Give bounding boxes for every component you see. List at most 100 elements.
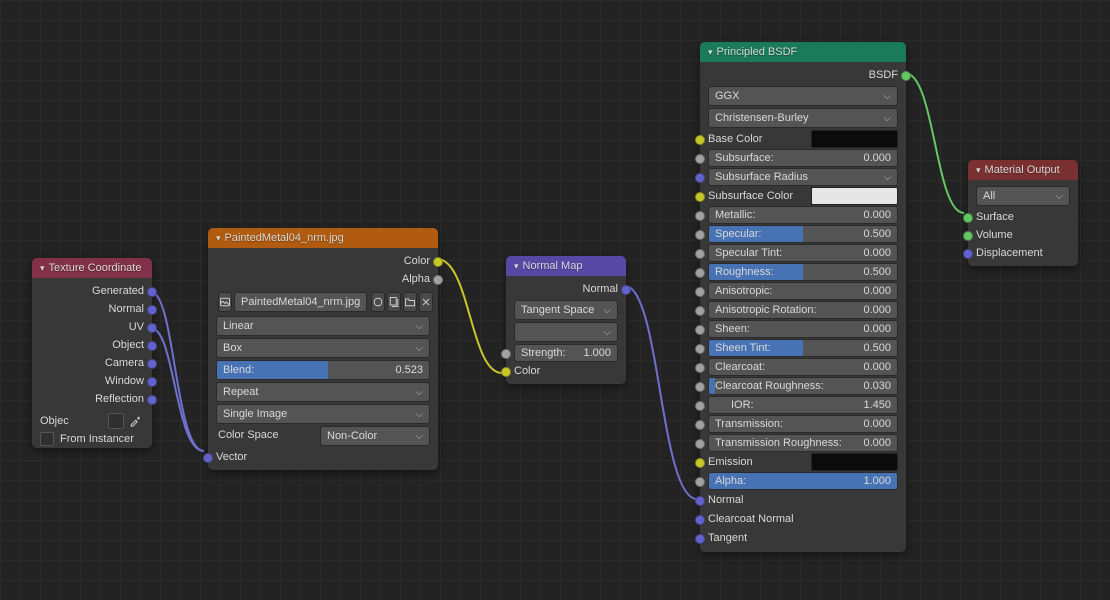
sss-method-select[interactable]: Christensen-Burley — [708, 108, 898, 128]
unlink-icon[interactable] — [419, 292, 433, 312]
value-slider[interactable]: Transmission Roughness:0.000 — [708, 434, 898, 452]
collapse-icon[interactable]: ▾ — [976, 160, 981, 180]
node-texture-coordinate[interactable]: ▾Texture Coordinate GeneratedNormalUVObj… — [32, 258, 152, 448]
input-volume: Volume — [968, 226, 1078, 244]
colorspace-label: Color Space — [218, 429, 279, 441]
extension-select[interactable]: Repeat — [216, 382, 430, 402]
prop-clearcoat-normal: Clearcoat Normal — [700, 510, 906, 528]
fake-user-icon[interactable] — [371, 292, 385, 312]
node-header[interactable]: ▾ Principled BSDF — [700, 42, 906, 62]
value-slider[interactable]: IOR:1.450 — [708, 396, 898, 414]
new-image-icon[interactable] — [387, 292, 401, 312]
source-select[interactable]: Single Image — [216, 404, 430, 424]
prop-base-color: Base Color — [700, 130, 906, 148]
strength-slider[interactable]: Strength:1.000 — [514, 344, 618, 362]
value-slider[interactable]: Subsurface:0.000 — [708, 149, 898, 167]
node-header[interactable]: ▾ Material Output — [968, 160, 1078, 180]
interpolation-select[interactable]: Linear — [216, 316, 430, 336]
node-title: Normal Map — [523, 260, 583, 272]
collapse-icon[interactable]: ▾ — [40, 258, 45, 278]
color-swatch[interactable] — [811, 453, 898, 471]
from-instancer-checkbox[interactable] — [40, 432, 54, 446]
object-field-row: Objec — [32, 412, 152, 430]
value-select[interactable]: Subsurface Radius⌵ — [708, 168, 898, 186]
output-alpha: Alpha — [208, 270, 438, 288]
node-normal-map[interactable]: ▾ Normal Map Normal Tangent Space Strengt… — [506, 256, 626, 384]
distribution-select[interactable]: GGX — [708, 86, 898, 106]
prop-metallic: Metallic:0.000 — [700, 206, 906, 224]
prop-clearcoat: Clearcoat:0.000 — [700, 358, 906, 376]
output-window: Window — [32, 372, 152, 390]
node-header[interactable]: ▾ Normal Map — [506, 256, 626, 276]
prop-sheen: Sheen:0.000 — [700, 320, 906, 338]
output-normal: Normal — [32, 300, 152, 318]
prop-anisotropic-rotation: Anisotropic Rotation:0.000 — [700, 301, 906, 319]
output-object: Object — [32, 336, 152, 354]
value-slider[interactable]: Sheen Tint:0.500 — [708, 339, 898, 357]
object-swatch[interactable] — [108, 413, 124, 429]
color-swatch[interactable] — [811, 187, 898, 205]
prop-alpha: Alpha:1.000 — [700, 472, 906, 490]
value-slider[interactable]: Anisotropic:0.000 — [708, 282, 898, 300]
output-generated: Generated — [32, 282, 152, 300]
collapse-icon[interactable]: ▾ — [708, 42, 713, 62]
prop-anisotropic: Anisotropic:0.000 — [700, 282, 906, 300]
input-vector: Vector — [208, 448, 438, 466]
node-title: Material Output — [985, 164, 1060, 176]
value-slider[interactable]: Clearcoat:0.000 — [708, 358, 898, 376]
prop-normal: Normal — [700, 491, 906, 509]
open-image-icon[interactable] — [403, 292, 417, 312]
node-header[interactable]: ▾ PaintedMetal04_nrm.jpg — [208, 228, 438, 248]
image-name-field[interactable]: PaintedMetal04_nrm.jpg — [234, 292, 367, 312]
node-title: Texture Coordinate — [49, 262, 142, 274]
from-instancer-label: From Instancer — [60, 433, 134, 445]
prop-subsurface: Subsurface:0.000 — [700, 149, 906, 167]
node-title: Principled BSDF — [717, 46, 798, 58]
value-slider[interactable]: Clearcoat Roughness:0.030 — [708, 377, 898, 395]
prop-emission: Emission — [700, 453, 906, 471]
prop-subsurface-color: Subsurface Color — [700, 187, 906, 205]
value-slider[interactable]: Transmission:0.000 — [708, 415, 898, 433]
collapse-icon[interactable]: ▾ — [514, 256, 519, 276]
output-reflection: Reflection — [32, 390, 152, 408]
prop-clearcoat-roughness: Clearcoat Roughness:0.030 — [700, 377, 906, 395]
node-material-output[interactable]: ▾Material Output All SurfaceVolumeDispla… — [968, 160, 1078, 266]
space-select[interactable]: Tangent Space — [514, 300, 618, 320]
prop-roughness: Roughness:0.500 — [700, 263, 906, 281]
prop-specular-tint: Specular Tint:0.000 — [700, 244, 906, 262]
output-color: Color — [208, 252, 438, 270]
prop-tangent: Tangent — [700, 529, 906, 547]
node-image-texture[interactable]: ▾ PaintedMetal04_nrm.jpg Color Alpha Pain… — [208, 228, 438, 470]
prop-transmission-roughness: Transmission Roughness:0.000 — [700, 434, 906, 452]
blend-slider[interactable]: Blend:0.523 — [216, 360, 430, 380]
node-title: PaintedMetal04_nrm.jpg — [225, 232, 344, 244]
prop-transmission: Transmission:0.000 — [700, 415, 906, 433]
value-slider[interactable]: Roughness:0.500 — [708, 263, 898, 281]
object-label: Objec — [40, 415, 69, 427]
color-swatch[interactable] — [811, 130, 898, 148]
node-header[interactable]: ▾ Texture Coordinate — [32, 258, 152, 278]
prop-sheen-tint: Sheen Tint:0.500 — [700, 339, 906, 357]
colorspace-select[interactable]: Non-Color — [320, 426, 430, 446]
collapse-icon[interactable]: ▾ — [216, 228, 221, 248]
value-slider[interactable]: Specular:0.500 — [708, 225, 898, 243]
eyedropper-icon[interactable] — [126, 412, 144, 430]
output-normal: Normal — [506, 280, 626, 298]
value-slider[interactable]: Metallic:0.000 — [708, 206, 898, 224]
from-instancer-row[interactable]: From Instancer — [32, 430, 152, 448]
uvmap-select[interactable] — [514, 322, 618, 342]
strength-row: Strength:1.000 — [506, 344, 626, 362]
output-bsdf: BSDF — [700, 66, 906, 84]
projection-select[interactable]: Box — [216, 338, 430, 358]
output-camera: Camera — [32, 354, 152, 372]
target-select[interactable]: All — [976, 186, 1070, 206]
prop-ior: IOR:1.450 — [700, 396, 906, 414]
value-slider[interactable]: Sheen:0.000 — [708, 320, 898, 338]
image-icon[interactable] — [218, 292, 232, 312]
input-displacement: Displacement — [968, 244, 1078, 262]
output-uv: UV — [32, 318, 152, 336]
value-slider[interactable]: Specular Tint:0.000 — [708, 244, 898, 262]
value-slider[interactable]: Alpha:1.000 — [708, 472, 898, 490]
node-principled-bsdf[interactable]: ▾ Principled BSDF BSDF GGX Christensen-Bu… — [700, 42, 906, 552]
value-slider[interactable]: Anisotropic Rotation:0.000 — [708, 301, 898, 319]
